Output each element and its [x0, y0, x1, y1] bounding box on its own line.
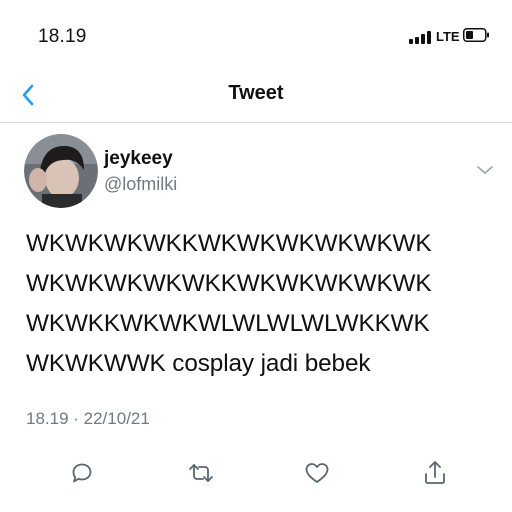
- reply-icon: [72, 463, 92, 483]
- share-button[interactable]: [418, 456, 452, 490]
- tweet-text: WKWKWKWKKWKWKWKWKWKWK WKWKWKWKWKKWKWKWKW…: [26, 230, 432, 377]
- tweet-timestamp: 18.19 · 22/10/21: [26, 409, 150, 428]
- signal-icon: [409, 31, 433, 44]
- retweet-icon: [189, 464, 213, 482]
- like-button[interactable]: [300, 456, 334, 490]
- status-bar: 18.19 LTE: [0, 0, 512, 70]
- network-label: LTE: [436, 29, 460, 44]
- reply-button[interactable]: [65, 456, 99, 490]
- action-bar: [0, 456, 512, 496]
- page-title: Tweet: [228, 82, 284, 104]
- avatar[interactable]: [24, 134, 98, 208]
- nav-bar: Tweet: [0, 70, 512, 123]
- share-icon: [425, 461, 445, 484]
- username[interactable]: @lofmilki: [104, 174, 177, 195]
- display-name[interactable]: jeykeey: [104, 148, 173, 170]
- chevron-down-icon[interactable]: [476, 164, 494, 176]
- heart-icon: [305, 463, 329, 483]
- status-time: 18.19: [38, 26, 87, 47]
- battery-icon: [463, 28, 489, 42]
- retweet-button[interactable]: [184, 456, 218, 490]
